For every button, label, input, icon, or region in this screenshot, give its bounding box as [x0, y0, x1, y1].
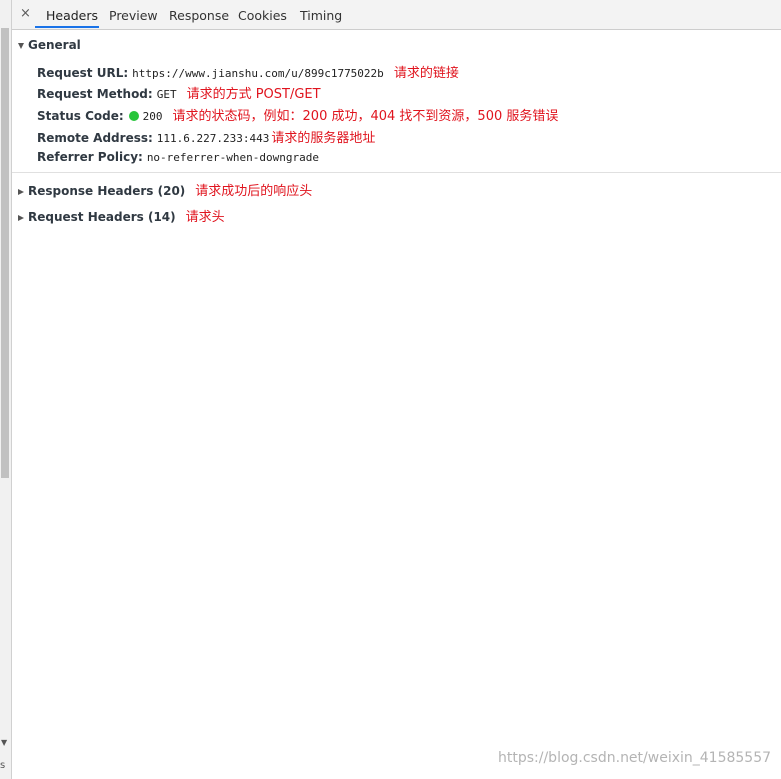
scroll-down-icon[interactable]: ▼: [1, 738, 7, 747]
request-url-key: Request URL:: [37, 66, 129, 80]
response-headers-title: Response Headers (20): [28, 184, 186, 198]
remote-address-value: 111.6.227.233:443: [156, 132, 270, 145]
scrollbar-thumb[interactable]: [1, 28, 9, 478]
truncated-label: s: [0, 760, 6, 771]
section-divider: [12, 172, 781, 173]
status-code-key: Status Code:: [37, 109, 124, 123]
request-url-value: https://www.jianshu.com/u/899c1775022b: [132, 67, 384, 80]
request-method-key: Request Method:: [37, 87, 153, 101]
tab-timing[interactable]: Timing: [300, 8, 342, 23]
status-code-row: Status Code: 200 请求的状态码，例如：200 成功，404 找不到资…: [37, 105, 558, 124]
general-section-header[interactable]: General: [18, 38, 81, 52]
request-headers-title: Request Headers (14): [28, 210, 176, 224]
remote-address-key: Remote Address:: [37, 131, 153, 145]
tab-preview[interactable]: Preview: [109, 8, 158, 23]
collapsed-triangle-icon: [18, 188, 24, 195]
tab-bar: × Headers Preview Response Cookies Timin…: [12, 0, 781, 30]
watermark: https://blog.csdn.net/weixin_41585557: [498, 750, 772, 766]
request-method-row: Request Method: GET 请求的方式 POST/GET: [37, 83, 321, 102]
left-panel-scrollbar[interactable]: ▼ s: [0, 0, 12, 779]
status-code-value: 200: [142, 110, 163, 123]
request-url-note: 请求的链接: [393, 66, 459, 81]
request-headers-note: 请求头: [185, 210, 225, 225]
general-title: General: [28, 38, 81, 52]
tab-cookies[interactable]: Cookies: [238, 8, 287, 23]
status-code-note: 请求的状态码，例如：200 成功，404 找不到资源，500 服务错误: [172, 109, 559, 124]
referrer-policy-value: no-referrer-when-downgrade: [146, 151, 319, 164]
remote-address-row: Remote Address: 111.6.227.233:443 请求的服务器地址: [37, 127, 375, 146]
request-method-note: 请求的方式 POST/GET: [186, 87, 321, 102]
active-tab-indicator: [35, 26, 99, 28]
request-headers-section-header[interactable]: Request Headers (14) 请求头: [18, 206, 225, 225]
collapsed-triangle-icon: [18, 214, 24, 221]
request-method-value: GET: [156, 88, 177, 101]
expanded-triangle-icon: [18, 42, 24, 49]
tab-headers[interactable]: Headers: [46, 8, 98, 23]
request-url-row: Request URL: https://www.jianshu.com/u/89…: [37, 62, 459, 81]
response-headers-section-header[interactable]: Response Headers (20) 请求成功后的响应头: [18, 180, 312, 199]
tab-response[interactable]: Response: [169, 8, 229, 23]
status-ok-icon: [128, 111, 139, 121]
remote-address-note: 请求的服务器地址: [271, 131, 376, 146]
referrer-policy-key: Referrer Policy:: [37, 150, 143, 164]
referrer-policy-row: Referrer Policy: no-referrer-when-downgra…: [37, 150, 319, 164]
response-headers-note: 请求成功后的响应头: [195, 184, 313, 199]
close-icon[interactable]: ×: [20, 6, 31, 21]
